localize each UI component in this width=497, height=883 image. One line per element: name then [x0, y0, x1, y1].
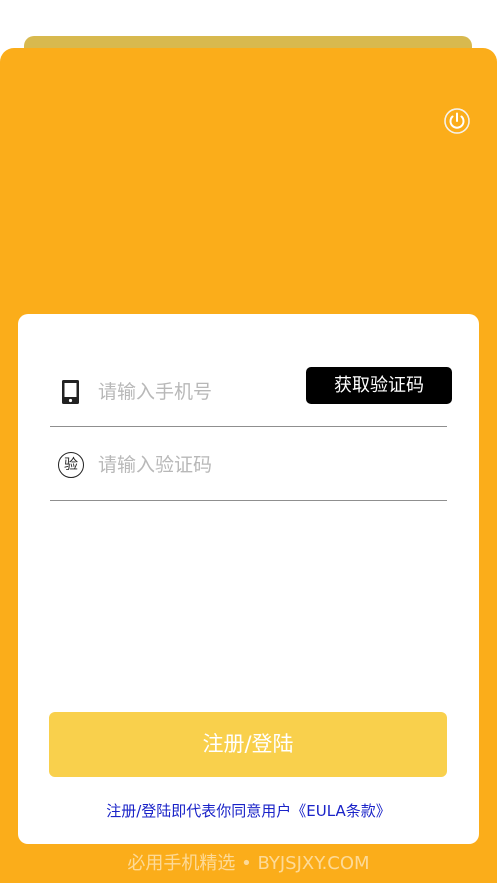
watermark-text: 必用手机精选 • BYJSJXY.COM — [127, 853, 370, 874]
phone-field-row: 获取验证码 — [50, 354, 452, 427]
code-field-row: 验 — [50, 427, 447, 501]
submit-button[interactable]: 注册/登陆 — [49, 712, 447, 777]
phone-icon — [58, 379, 84, 405]
phone-input[interactable] — [98, 378, 298, 406]
code-input[interactable] — [98, 451, 298, 479]
get-code-button[interactable]: 获取验证码 — [306, 367, 452, 404]
code-badge: 验 — [58, 452, 84, 478]
login-card: 获取验证码 验 注册/登陆 注册/登陆即代表你同意用户《EULA条款》 — [18, 314, 479, 844]
power-icon — [444, 108, 470, 134]
verify-code-icon: 验 — [58, 452, 84, 478]
eula-agreement-link[interactable]: 注册/登陆即代表你同意用户《EULA条款》 — [18, 800, 479, 821]
power-button[interactable] — [442, 106, 472, 136]
